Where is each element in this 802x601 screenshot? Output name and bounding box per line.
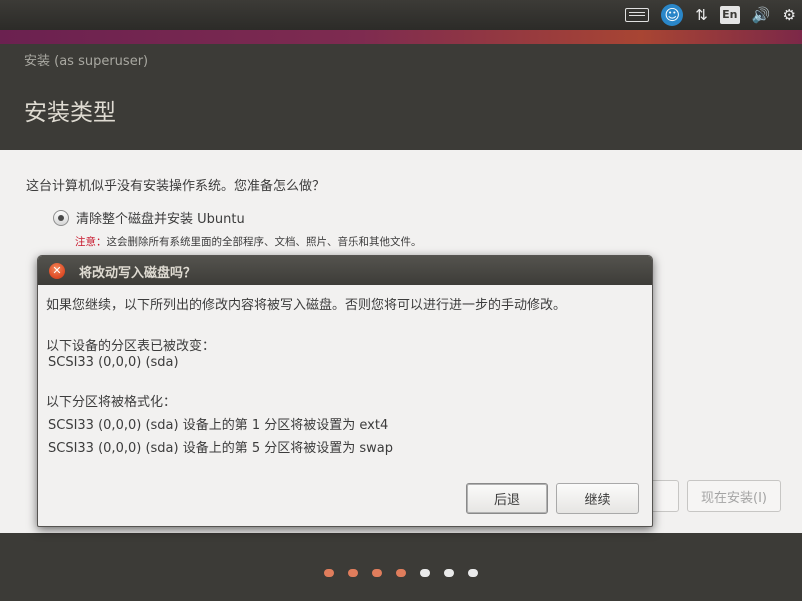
accessibility-icon[interactable]: ☺: [661, 4, 684, 26]
window-title: 安装 (as superuser): [24, 54, 149, 69]
progress-dot: [372, 569, 382, 577]
partition-table-device: SCSI33 (0,0,0) (sda): [48, 355, 179, 370]
keyboard-icon[interactable]: [625, 4, 650, 26]
partition-tables-heading: 以下设备的分区表已被改变：: [46, 339, 216, 354]
installer-footer: [0, 533, 802, 601]
close-icon[interactable]: ✕: [49, 263, 65, 279]
top-panel: ☺ ⇅ En 🔊 ⚙: [0, 0, 802, 30]
erase-warning: 注意：这会删除所有系统里面的全部程序、文档、照片、音乐和其他文件。: [75, 234, 422, 249]
continue-button[interactable]: 继续: [556, 483, 639, 514]
format-heading: 以下分区将被格式化：: [46, 395, 177, 410]
progress-dot: [348, 569, 358, 577]
confirm-write-dialog: ✕ 将改动写入磁盘吗？ 如果您继续，以下所列出的修改内容将被写入磁盘。否则您将可…: [37, 255, 653, 527]
title-bar-accent: [0, 30, 802, 44]
radio-selected-icon[interactable]: [53, 209, 69, 226]
dialog-title: 将改动写入磁盘吗？: [79, 266, 197, 281]
progress-dot: [420, 569, 430, 577]
gear-icon[interactable]: ⚙: [783, 4, 796, 26]
progress-dot: [468, 569, 478, 577]
back-button[interactable]: 后退: [466, 483, 548, 514]
erase-disk-label: 清除整个磁盘并安装 Ubuntu: [76, 212, 245, 227]
network-icon[interactable]: ⇅: [695, 4, 708, 26]
install-now-button[interactable]: 现在安装(I): [687, 480, 781, 512]
format-partition-1: SCSI33 (0,0,0) (sda) 设备上的第 1 分区将被设置为 ext…: [48, 418, 389, 433]
volume-icon[interactable]: 🔊: [752, 4, 771, 26]
format-partition-2: SCSI33 (0,0,0) (sda) 设备上的第 5 分区将被设置为 swa…: [48, 441, 394, 456]
dialog-titlebar: ✕ 将改动写入磁盘吗？: [38, 256, 652, 285]
install-question: 这台计算机似乎没有安装操作系统。您准备怎么做？: [26, 179, 326, 194]
progress-dot: [444, 569, 454, 577]
progress-dot: [396, 569, 406, 577]
warning-prefix: 注意：: [75, 236, 107, 248]
page-title: 安装类型: [24, 100, 116, 126]
progress-dot: [324, 569, 334, 577]
progress-dots: [324, 569, 478, 577]
dialog-intro: 如果您继续，以下所列出的修改内容将被写入磁盘。否则您将可以进行进一步的手动修改。: [46, 298, 567, 313]
erase-disk-option[interactable]: 清除整个磁盘并安装 Ubuntu: [53, 208, 245, 227]
installer-header: 安装 (as superuser) 安装类型: [0, 30, 802, 150]
language-indicator[interactable]: En: [719, 4, 740, 26]
warning-text: 这会删除所有系统里面的全部程序、文档、照片、音乐和其他文件。: [106, 236, 422, 248]
indicator-area: ☺ ⇅ En 🔊 ⚙: [625, 4, 796, 26]
